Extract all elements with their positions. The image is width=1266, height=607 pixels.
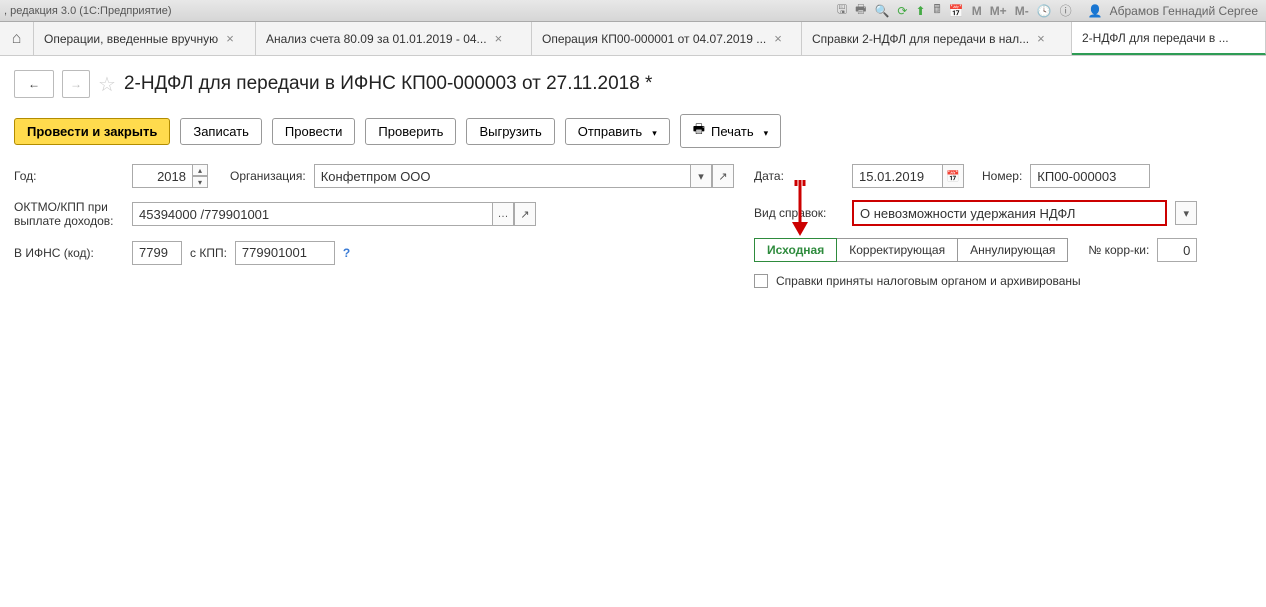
year-input[interactable]: 2018 <box>132 164 192 188</box>
print-label: Печать <box>711 124 754 139</box>
help-icon[interactable]: ? <box>343 246 350 260</box>
ifns-label: В ИФНС (код): <box>14 246 124 260</box>
dropdown-button[interactable]: ▾ <box>690 164 712 188</box>
oktmo-label-1: ОКТМО/КПП при <box>14 200 108 214</box>
export-icon[interactable]: ⬆ <box>913 4 927 18</box>
arrow-right-icon: → <box>70 77 82 91</box>
window-titlebar: , редакция 3.0 (1С:Предприятие) 🖫 🖶 🔍 ⟳ … <box>0 0 1266 22</box>
date-input[interactable]: 15.01.2019 <box>852 164 942 188</box>
vid-dropdown-button[interactable]: ▾ <box>1175 201 1197 225</box>
kpp-label: с КПП: <box>190 246 227 260</box>
tab-operation-kp[interactable]: Операция КП00-000001 от 04.07.2019 ... × <box>532 22 802 55</box>
print-button[interactable]: Печать <box>680 114 781 148</box>
org-label: Организация: <box>230 169 306 183</box>
preview-icon[interactable]: 🔍 <box>872 4 891 18</box>
seg-correcting[interactable]: Корректирующая <box>837 238 958 262</box>
calendar-icon: 📅 <box>946 170 960 183</box>
correction-type-segment: Исходная Корректирующая Аннулирующая <box>754 238 1068 262</box>
tab-label: 2-НДФЛ для передачи в ... <box>1082 31 1229 45</box>
kpp-input[interactable]: 779901001 <box>235 241 335 265</box>
vid-input[interactable]: О невозможности удержания НДФЛ <box>854 202 1165 224</box>
corr-label: № корр-ки: <box>1088 243 1149 257</box>
export-button[interactable]: Выгрузить <box>466 118 554 145</box>
tab-label: Операция КП00-000001 от 04.07.2019 ... <box>542 32 766 46</box>
window-title: , редакция 3.0 (1С:Предприятие) <box>4 5 835 17</box>
ifns-input[interactable]: 7799 <box>132 241 182 265</box>
form: Год: 2018 ▴ ▾ Организация: Конфетпром ОО… <box>14 164 1252 288</box>
favorite-star-icon[interactable]: ☆ <box>98 72 116 97</box>
calendar-icon[interactable]: 📅 <box>947 4 966 18</box>
tab-2ndfl[interactable]: 2-НДФЛ для передачи в ... <box>1072 22 1266 55</box>
seg-initial[interactable]: Исходная <box>754 238 837 262</box>
user-icon: 👤 <box>1086 4 1105 18</box>
tab-label: Анализ счета 80.09 за 01.01.2019 - 04... <box>266 32 487 46</box>
tab-operations[interactable]: Операции, введенные вручную × <box>34 22 256 55</box>
print-icon[interactable]: 🖶 <box>853 0 868 21</box>
close-icon[interactable]: × <box>1037 31 1045 46</box>
archived-checkbox[interactable] <box>754 274 768 288</box>
tabbar: ⌂ Операции, введенные вручную × Анализ с… <box>0 22 1266 56</box>
chevron-down-icon <box>648 124 657 139</box>
vid-label: Вид справок: <box>754 206 844 220</box>
zoom-mminus-icon[interactable]: M- <box>1013 4 1031 18</box>
year-field[interactable]: 2018 ▴ ▾ <box>132 164 208 188</box>
user-name: Абрамов Геннадий Сергее <box>1108 4 1260 18</box>
calculator-icon[interactable]: 🖩 <box>932 0 943 21</box>
tab-label: Операции, введенные вручную <box>44 32 218 46</box>
chevron-down-icon <box>760 124 769 139</box>
send-label: Отправить <box>578 124 642 139</box>
year-label: Год: <box>14 169 124 183</box>
tab-spravki[interactable]: Справки 2-НДФЛ для передачи в нал... × <box>802 22 1072 55</box>
date-label: Дата: <box>754 169 844 183</box>
tab-analysis[interactable]: Анализ счета 80.09 за 01.01.2019 - 04...… <box>256 22 532 55</box>
user-menu[interactable]: 👤 Абрамов Геннадий Сергее <box>1084 4 1262 18</box>
forward-button[interactable]: → <box>62 70 90 98</box>
clock-icon[interactable]: 🕓 <box>1035 4 1054 18</box>
zoom-m-icon[interactable]: M <box>970 4 984 18</box>
number-input[interactable]: КП00-000003 <box>1030 164 1150 188</box>
action-toolbar: Провести и закрыть Записать Провести Про… <box>14 114 1252 148</box>
record-button[interactable]: Записать <box>180 118 262 145</box>
year-up-button[interactable]: ▴ <box>192 164 208 176</box>
home-icon: ⌂ <box>12 30 22 48</box>
save-icon[interactable]: 🖫 <box>835 0 849 21</box>
zoom-mplus-icon[interactable]: M+ <box>988 4 1009 18</box>
oktmo-field[interactable]: 45394000 /779901001 … ↗ <box>132 202 536 226</box>
oktmo-label-2: выплате доходов: <box>14 214 113 228</box>
close-icon[interactable]: × <box>226 31 234 46</box>
refresh-icon[interactable]: ⟳ <box>895 4 909 18</box>
printer-icon <box>693 120 705 142</box>
select-button[interactable]: … <box>492 202 514 226</box>
close-icon[interactable]: × <box>774 31 782 46</box>
back-button[interactable]: ← <box>14 70 54 98</box>
open-button[interactable]: ↗ <box>712 164 734 188</box>
nav-row: ← → ☆ 2-НДФЛ для передачи в ИФНС КП00-00… <box>14 70 1252 98</box>
arrow-left-icon: ← <box>28 77 40 91</box>
close-icon[interactable]: × <box>495 31 503 46</box>
open-button[interactable]: ↗ <box>514 202 536 226</box>
org-field[interactable]: Конфетпром ООО ▾ ↗ <box>314 164 734 188</box>
check-button[interactable]: Проверить <box>365 118 456 145</box>
titlebar-toolbar: 🖫 🖶 🔍 ⟳ ⬆ 🖩 📅 M M+ M- 🕓 ⓘ 👤 Абрамов Генн… <box>835 0 1262 21</box>
send-button[interactable]: Отправить <box>565 118 670 145</box>
calendar-button[interactable]: 📅 <box>942 164 964 188</box>
home-tab[interactable]: ⌂ <box>0 22 34 55</box>
org-input[interactable]: Конфетпром ООО <box>314 164 690 188</box>
corr-input[interactable]: 0 <box>1157 238 1197 262</box>
tab-label: Справки 2-НДФЛ для передачи в нал... <box>812 32 1029 46</box>
post-and-close-button[interactable]: Провести и закрыть <box>14 118 170 145</box>
archived-label: Справки приняты налоговым органом и архи… <box>776 274 1081 288</box>
year-down-button[interactable]: ▾ <box>192 176 208 188</box>
date-field[interactable]: 15.01.2019 📅 <box>852 164 964 188</box>
page-title: 2-НДФЛ для передачи в ИФНС КП00-000003 о… <box>124 73 653 95</box>
post-button[interactable]: Провести <box>272 118 356 145</box>
seg-cancel[interactable]: Аннулирующая <box>958 238 1068 262</box>
number-label: Номер: <box>982 169 1022 183</box>
oktmo-input[interactable]: 45394000 /779901001 <box>132 202 492 226</box>
info-icon[interactable]: ⓘ <box>1058 2 1074 19</box>
vid-field-highlight: О невозможности удержания НДФЛ <box>852 200 1167 226</box>
